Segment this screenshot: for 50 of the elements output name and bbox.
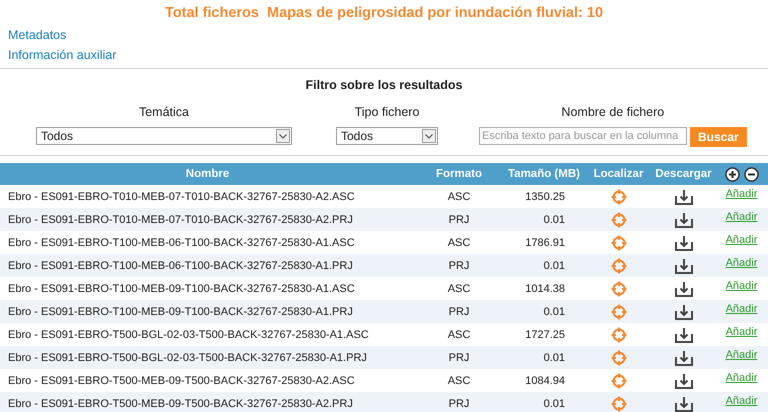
download-icon[interactable] bbox=[674, 234, 692, 250]
column-header: Tamaño (MB) bbox=[503, 163, 585, 185]
search-button[interactable]: Buscar bbox=[690, 127, 747, 147]
download-icon[interactable] bbox=[674, 396, 692, 412]
field-label: Nombre de fichero bbox=[561, 105, 664, 119]
column-header: Formato bbox=[415, 163, 503, 185]
file-size: 0.01 bbox=[503, 346, 585, 369]
file-name: Ebro - ES091-EBRO-T010-MEB-07-T010-BACK-32767-25830-A2.PRJ bbox=[0, 208, 415, 231]
download-icon[interactable] bbox=[674, 350, 692, 366]
download-icon[interactable] bbox=[674, 212, 692, 228]
add-link[interactable]: Añadir bbox=[726, 280, 758, 292]
file-format: PRJ bbox=[415, 346, 503, 369]
file-name: Ebro - ES091-EBRO-T100-MEB-06-T100-BACK-32767-25830-A1.PRJ bbox=[0, 254, 415, 277]
column-header: Localizar bbox=[585, 163, 652, 185]
nav-link[interactable]: Metadatos bbox=[8, 25, 66, 45]
column-header: Descargar bbox=[652, 163, 715, 185]
caret-icon bbox=[425, 134, 433, 138]
file-name: Ebro - ES091-EBRO-T500-MEB-09-T500-BACK-32767-25830-A2.PRJ bbox=[0, 392, 415, 412]
download-icon[interactable] bbox=[674, 280, 692, 296]
search-field[interactable]: Escriba texto para buscar en la columna bbox=[479, 127, 687, 145]
nav-link[interactable]: Información auxiliar bbox=[8, 45, 116, 65]
page-title: Total ficheros Mapas de peligrosidad por inundación fluvial: 10 bbox=[164, 5, 604, 21]
download-icon[interactable] bbox=[674, 304, 692, 320]
file-name: Ebro - ES091-EBRO-T500-BGL-02-03-T500-BACK-32767-25830-A1.PRJ bbox=[0, 346, 415, 369]
field-label: Tipo fichero bbox=[354, 105, 420, 119]
file-format: PRJ bbox=[415, 392, 503, 412]
caret-icon bbox=[279, 134, 287, 138]
field-label: Temática bbox=[138, 105, 190, 119]
add-link[interactable]: Añadir bbox=[726, 326, 758, 338]
file-size: 0.01 bbox=[503, 300, 585, 323]
file-name: Ebro - ES091-EBRO-T100-MEB-09-T100-BACK-32767-25830-A1.PRJ bbox=[0, 300, 415, 323]
column-header: Nombre bbox=[0, 163, 415, 185]
file-size: 0.01 bbox=[503, 254, 585, 277]
file-format: PRJ bbox=[415, 254, 503, 277]
add-link[interactable]: Añadir bbox=[726, 234, 758, 246]
download-icon[interactable] bbox=[674, 372, 692, 388]
add-link[interactable]: Añadir bbox=[726, 188, 758, 200]
download-icon[interactable] bbox=[674, 188, 692, 204]
remove-icon[interactable] bbox=[744, 166, 758, 182]
file-size: 0.01 bbox=[503, 392, 585, 412]
filter-title: Filtro sobre los resultados bbox=[304, 78, 464, 92]
add-icon[interactable] bbox=[724, 166, 740, 182]
download-icon[interactable] bbox=[674, 326, 692, 342]
dropdown[interactable]: Todos bbox=[336, 127, 438, 145]
dropdown[interactable]: Todos bbox=[36, 127, 292, 145]
download-icon[interactable] bbox=[674, 258, 692, 274]
file-size: 0.01 bbox=[503, 208, 585, 231]
file-format: PRJ bbox=[415, 300, 503, 323]
file-format: PRJ bbox=[415, 208, 503, 231]
add-link[interactable]: Añadir bbox=[726, 372, 758, 384]
